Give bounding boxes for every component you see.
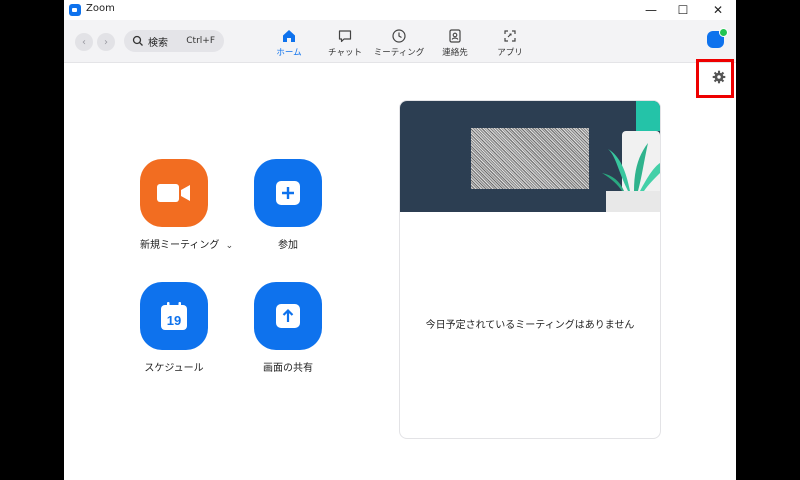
banner-image [400, 101, 660, 212]
tab-label: ミーティング [373, 48, 425, 58]
tab-contacts[interactable]: 連絡先 [427, 26, 483, 60]
zoom-logo-icon [69, 4, 81, 16]
calendar-day: 19 [167, 313, 181, 328]
tab-label: チャット [328, 48, 362, 58]
forward-button[interactable]: › [97, 33, 115, 51]
schedule-label[interactable]: スケジュール [140, 359, 208, 374]
search-shortcut: Ctrl+F [186, 36, 215, 46]
window-title: Zoom [86, 3, 115, 14]
plant-illustration [602, 101, 660, 212]
apps-icon [504, 30, 516, 42]
search-icon [132, 35, 143, 46]
plus-icon [276, 181, 300, 205]
top-toolbar: ‹ › 検索 Ctrl+F ホーム チャット ミーティング 連絡先 アプリ [64, 20, 736, 63]
search-label: 検索 [148, 37, 168, 49]
video-camera-icon [157, 184, 190, 202]
minimize-button[interactable]: — [634, 0, 668, 20]
settings-highlight-box [696, 59, 734, 98]
chat-icon [338, 30, 352, 43]
share-screen-label[interactable]: 画面の共有 [254, 359, 322, 374]
new-meeting-label[interactable]: 新規ミーティング ⌄ [140, 236, 233, 251]
tab-chat[interactable]: チャット [317, 26, 373, 60]
presence-status-badge [719, 28, 728, 37]
tab-apps[interactable]: アプリ [482, 26, 538, 60]
join-label[interactable]: 参加 [254, 236, 322, 251]
home-icon [283, 30, 295, 42]
tab-meetings[interactable]: ミーティング [371, 26, 427, 60]
maximize-button[interactable]: ☐ [666, 0, 700, 20]
tab-label: アプリ [497, 48, 523, 58]
tab-home[interactable]: ホーム [261, 26, 317, 60]
share-screen-button[interactable] [254, 282, 322, 350]
close-button[interactable]: ✕ [701, 0, 735, 20]
meetings-panel: 今日予定されているミーティングはありません [399, 100, 661, 439]
blurred-clock-placeholder [471, 128, 589, 189]
back-button[interactable]: ‹ [75, 33, 93, 51]
tab-label: 連絡先 [442, 48, 468, 58]
search-box[interactable]: 検索 Ctrl+F [124, 30, 224, 52]
clock-icon [392, 29, 406, 43]
join-button[interactable] [254, 159, 322, 227]
upload-arrow-icon [276, 304, 300, 328]
tab-label: ホーム [276, 48, 302, 58]
chevron-down-icon: ⌄ [225, 241, 234, 251]
calendar-icon: 19 [161, 302, 187, 330]
schedule-button[interactable]: 19 [140, 282, 208, 350]
contacts-icon [449, 29, 461, 43]
no-meetings-message: 今日予定されているミーティングはありません [425, 320, 635, 331]
title-bar: Zoom — ☐ ✕ [64, 0, 736, 20]
new-meeting-button[interactable] [140, 159, 208, 227]
zoom-window: Zoom — ☐ ✕ ‹ › 検索 Ctrl+F ホーム チャット ミーティング… [64, 0, 736, 480]
new-meeting-text: 新規ミーティング [140, 240, 220, 251]
